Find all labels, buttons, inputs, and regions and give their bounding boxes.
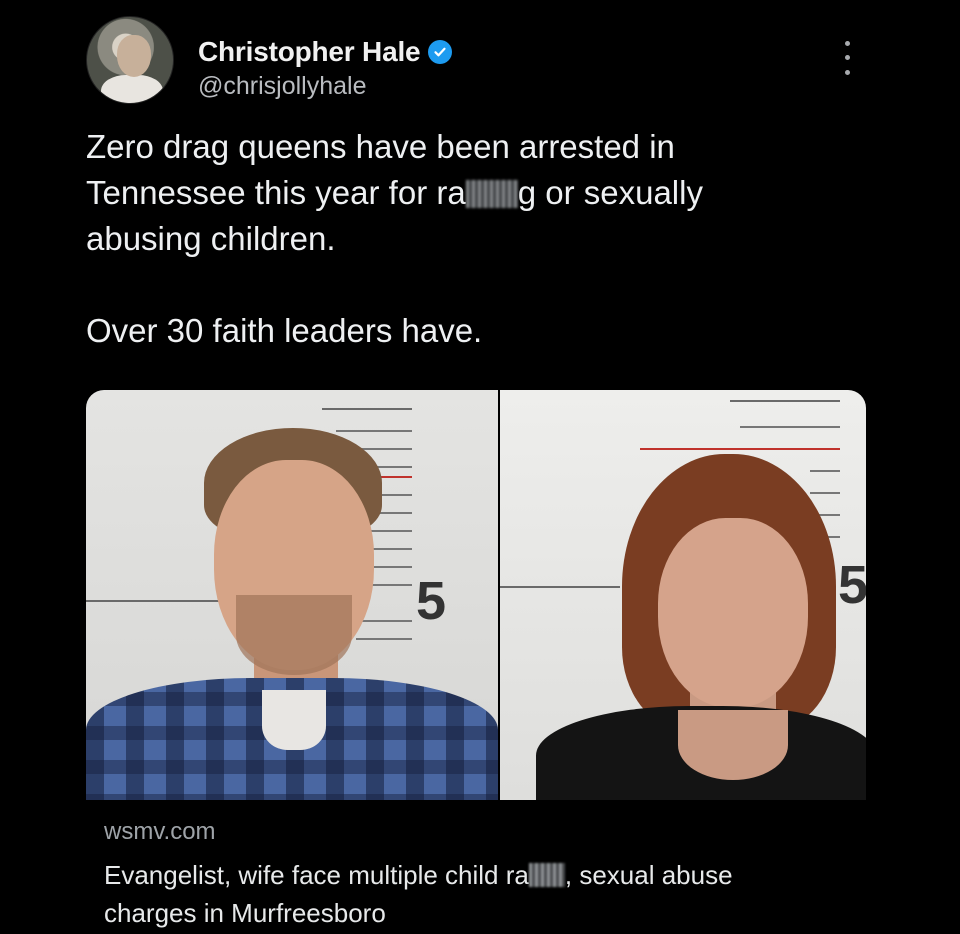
author-name-row: Christopher Hale <box>198 36 453 68</box>
censor-blur <box>465 180 518 208</box>
height-marker-right: 5 <box>838 555 866 615</box>
avatar-face <box>117 35 151 77</box>
link-domain[interactable]: wsmv.com <box>104 818 216 846</box>
height-marker: 5 <box>416 571 447 631</box>
tweet-line-1: Zero drag queens have been arrested in <box>86 128 675 165</box>
mugshot-woman-image: 5 <box>500 390 866 800</box>
tweet-line-2: Tennessee this year for ra g or sexually <box>86 170 846 216</box>
link-title-end: , sexual abuse <box>564 860 733 890</box>
link-title-line-2: charges in Murfreesboro <box>104 898 386 928</box>
tweet-header: Christopher Hale @chrisjollyhale <box>86 14 886 106</box>
mugshot-man-image: 5 <box>86 390 498 800</box>
verified-badge-icon <box>428 40 453 64</box>
link-title[interactable]: Evangelist, wife face multiple child ra,… <box>104 856 844 932</box>
tweet-paragraph-2: Over 30 faith leaders have. <box>86 312 483 349</box>
tweet-line-2-start: Tennessee this year for ra <box>86 174 466 211</box>
link-card-meta[interactable]: wsmv.com Evangelist, wife face multiple … <box>86 800 866 934</box>
avatar[interactable] <box>86 16 174 104</box>
link-title-start: Evangelist, wife face multiple child ra <box>104 860 529 890</box>
avatar-shirt <box>101 75 163 103</box>
author-display-name[interactable]: Christopher Hale <box>198 36 421 68</box>
censor-blur-title <box>528 863 565 887</box>
tweet-line-2-end: g or sexually <box>517 174 703 211</box>
link-preview-card[interactable]: 5 5 wsmv.com Evangelist, wife face multi… <box>86 390 866 934</box>
tweet-line-3: abusing children. <box>86 220 336 257</box>
more-options-icon[interactable] <box>838 36 856 80</box>
tweet-text: Zero drag queens have been arrested in T… <box>86 124 846 354</box>
author-handle[interactable]: @chrisjollyhale <box>198 72 367 101</box>
